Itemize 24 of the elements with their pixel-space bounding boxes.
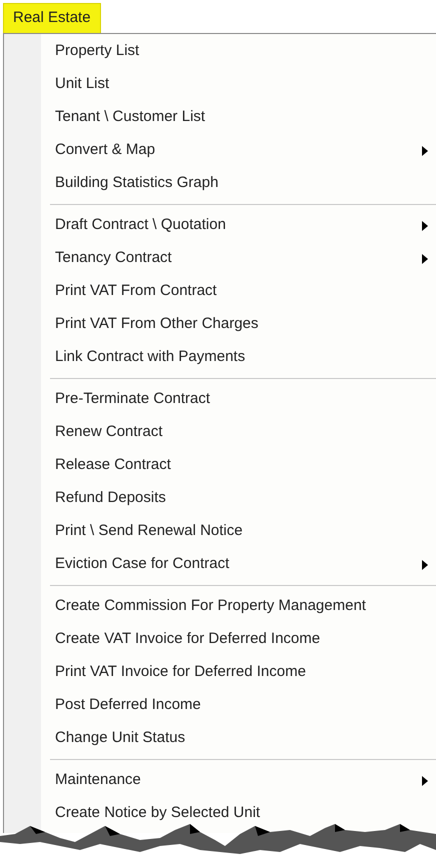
- menu-item[interactable]: Print VAT Invoice for Deferred Income: [4, 656, 436, 689]
- menu-item[interactable]: Post Deferred Income: [4, 689, 436, 722]
- menu-item[interactable]: Release Contract: [4, 449, 436, 482]
- menu-item[interactable]: Property List: [4, 35, 436, 68]
- menu-item[interactable]: Renew Contract: [4, 416, 436, 449]
- menu-item[interactable]: Maintenance: [4, 764, 436, 797]
- menu-item[interactable]: Draft Contract \ Quotation: [4, 209, 436, 242]
- menu-item[interactable]: Create Notice by Selected Unit: [4, 797, 436, 830]
- menu-item[interactable]: Pre-Terminate Contract: [4, 383, 436, 416]
- menu-item[interactable]: Building Statistics Graph: [4, 167, 436, 200]
- menu-item[interactable]: Convert & Map: [4, 134, 436, 167]
- menu-item[interactable]: Create VAT Invoice for Deferred Income: [4, 623, 436, 656]
- menu-item[interactable]: Tenancy Contract: [4, 242, 436, 275]
- menu-item[interactable]: Print VAT From Other Charges: [4, 308, 436, 341]
- menu-item[interactable]: Create Commission For Property Management: [4, 590, 436, 623]
- menu-item[interactable]: Tenant \ Customer List: [4, 101, 436, 134]
- menu-item[interactable]: Print VAT From Contract: [4, 275, 436, 308]
- menu-item[interactable]: Eviction Case for Contract: [4, 548, 436, 581]
- menu-title[interactable]: Real Estate: [3, 3, 101, 33]
- menu-item[interactable]: Link Contract with Payments: [4, 341, 436, 374]
- menu-item[interactable]: Unit List: [4, 68, 436, 101]
- menu-item[interactable]: Change Unit Status: [4, 722, 436, 755]
- menu-item[interactable]: Print \ Send Renewal Notice: [4, 515, 436, 548]
- menu-item[interactable]: Refund Deposits: [4, 482, 436, 515]
